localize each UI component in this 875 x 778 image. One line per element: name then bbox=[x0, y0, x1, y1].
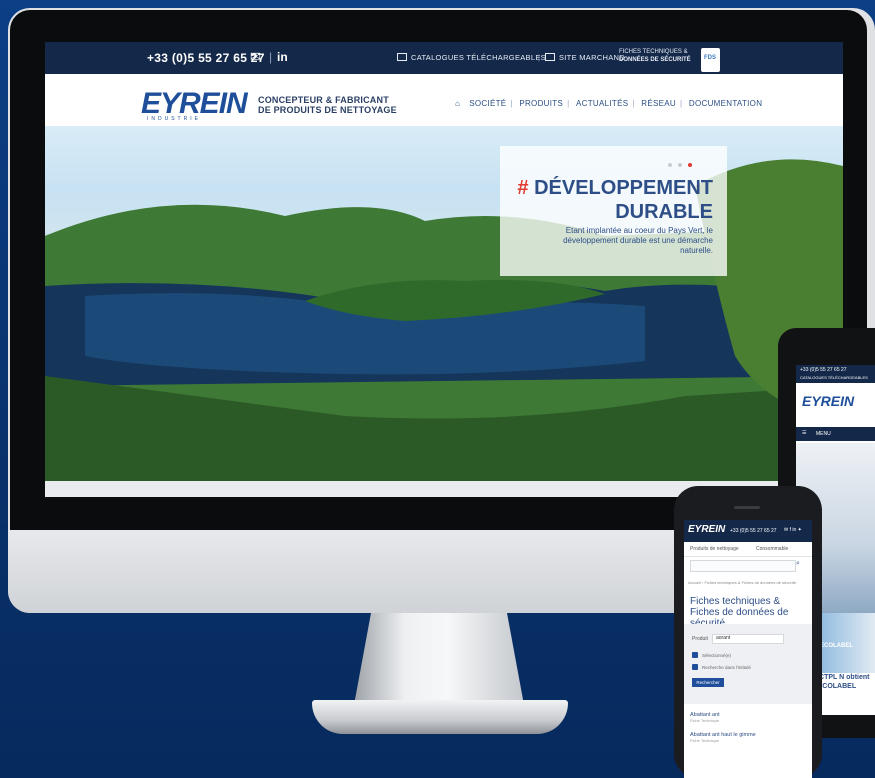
checkbox-1-label: Sélectionné(e) bbox=[702, 653, 732, 658]
hamburger-icon[interactable]: ☰ bbox=[802, 430, 806, 436]
tablet-news-caption[interactable]: ACTPL N obtient l'ECOLABEL bbox=[814, 673, 875, 691]
phone-social-icons[interactable]: ✉ f in ✦ bbox=[784, 527, 802, 533]
tablet-menu-label: MENU bbox=[816, 431, 831, 437]
checkbox-1[interactable] bbox=[692, 652, 698, 658]
monitor-stand-neck bbox=[354, 613, 524, 705]
slide-hash: # bbox=[517, 177, 529, 199]
site-header: EYREIN INDUSTRIE CONCEPTEUR & FABRICANT … bbox=[45, 74, 843, 127]
fiches-link[interactable]: FICHES TECHNIQUES & DONNÉES DE SÉCURITÉ bbox=[619, 48, 691, 64]
result-2-meta: Fiche Technique bbox=[690, 738, 720, 743]
result-item-1[interactable]: Abattant ant Fiche Technique bbox=[690, 712, 720, 723]
search-button[interactable]: Rechercher bbox=[692, 678, 724, 687]
main-nav: ⌂ SOCIÉTÉ | PRODUITS | ACTUALITÉS | RÉSEAU |… bbox=[453, 99, 764, 108]
fiches-label-1: FICHES TECHNIQUES & bbox=[619, 49, 688, 55]
tablet-news-label: ECOLABEL bbox=[820, 643, 853, 649]
catalogues-label: CATALOGUES TÉLÉCHARGEABLES bbox=[411, 53, 546, 62]
tablet-topbar: +33 (0)5 55 27 65 27 CATALOGUES TÉLÉCHAR… bbox=[796, 365, 875, 383]
phone-tab-consommable[interactable]: Consommable bbox=[756, 546, 788, 552]
phone-logo[interactable]: EYREIN bbox=[688, 524, 725, 535]
tablet-phone[interactable]: +33 (0)5 55 27 65 27 bbox=[800, 367, 847, 373]
slider-dot-1[interactable] bbox=[668, 163, 672, 167]
phone-number[interactable]: +33 (0)5 55 27 65 27 bbox=[147, 51, 265, 65]
site-marchand-link[interactable]: SITE MARCHAND bbox=[545, 53, 625, 62]
result-item-2[interactable]: Abattant ant haut le gimme Fiche Techniq… bbox=[690, 732, 756, 743]
topbar-divider-2: | bbox=[538, 53, 541, 62]
phone-website: EYREIN +33 (0)5 55 27 65 27 ✉ f in ✦ Pro… bbox=[684, 520, 812, 778]
slider-dots bbox=[662, 154, 692, 172]
nav-produits[interactable]: PRODUITS bbox=[517, 99, 565, 108]
site-marchand-label: SITE MARCHAND bbox=[559, 53, 625, 62]
fds-document-icon[interactable]: FDS bbox=[701, 48, 720, 72]
slider-dot-2[interactable] bbox=[678, 163, 682, 167]
phone-product-field-value: aorant bbox=[716, 635, 731, 641]
tablet-logo[interactable]: EYREIN bbox=[802, 393, 854, 409]
home-icon[interactable]: ⌂ bbox=[453, 99, 462, 108]
desktop-website: +33 (0)5 55 27 65 27 ✉ | in CATALOGUES T… bbox=[45, 42, 843, 497]
phone-breadcrumb: Accueil › Fiches techniques & Fiches de … bbox=[688, 580, 797, 585]
catalogues-link[interactable]: CATALOGUES TÉLÉCHARGEABLES bbox=[397, 53, 546, 62]
checkbox-2-label: Recherche dans l'intitulé bbox=[702, 665, 751, 670]
phone-topbar: EYREIN +33 (0)5 55 27 65 27 ✉ f in ✦ bbox=[684, 520, 812, 542]
result-1-meta: Fiche Technique bbox=[690, 718, 720, 723]
phone-product-field[interactable]: aorant bbox=[712, 634, 784, 644]
fiches-label-2: DONNÉES DE SÉCURITÉ bbox=[619, 57, 691, 63]
tagline-line-1: CONCEPTEUR & FABRICANT bbox=[258, 95, 389, 105]
checkbox-2[interactable] bbox=[692, 664, 698, 670]
catalogue-icon bbox=[397, 53, 407, 61]
tagline-line-2: DE PRODUITS DE NETTOYAGE bbox=[258, 105, 397, 115]
phone-tab-produits[interactable]: Produits de nettoyage bbox=[690, 546, 739, 552]
tablet-catalogues[interactable]: CATALOGUES TÉLÉCHARGEABLES bbox=[800, 375, 868, 380]
nav-documentation[interactable]: DOCUMENTATION bbox=[687, 99, 764, 108]
slider-dot-3[interactable] bbox=[688, 163, 692, 167]
topbar: +33 (0)5 55 27 65 27 ✉ | in CATALOGUES T… bbox=[45, 42, 843, 74]
linkedin-icon[interactable]: in bbox=[277, 50, 288, 64]
monitor-stand-base bbox=[312, 700, 568, 734]
phone-field-label: Produit bbox=[692, 636, 708, 642]
topbar-divider: | bbox=[269, 50, 273, 64]
slide-title: # DÉVELOPPEMENT DURABLE bbox=[513, 176, 713, 224]
phone-search-input[interactable] bbox=[690, 560, 796, 572]
nav-actualites[interactable]: ACTUALITÉS bbox=[574, 99, 630, 108]
nav-societe[interactable]: SOCIÉTÉ bbox=[467, 99, 508, 108]
tablet-menu-bar[interactable]: ☰ MENU bbox=[796, 427, 875, 441]
slide-title-line-2: DURABLE bbox=[615, 201, 713, 223]
phone-number-mobile[interactable]: +33 (0)5 55 27 65 27 bbox=[730, 528, 777, 534]
nav-reseau[interactable]: RÉSEAU bbox=[639, 99, 678, 108]
slide-title-line-1: DÉVELOPPEMENT bbox=[534, 177, 713, 199]
tagline: CONCEPTEUR & FABRICANT DE PRODUITS DE NE… bbox=[258, 95, 397, 115]
phone-tabs: Produits de nettoyage Consommable bbox=[684, 542, 812, 557]
mail-icon[interactable]: ✉ bbox=[250, 49, 261, 65]
phone-speaker bbox=[734, 506, 760, 509]
monitor-icon bbox=[545, 53, 555, 61]
search-icon[interactable]: ⌕ bbox=[796, 560, 806, 570]
logo-subtitle: INDUSTRIE bbox=[147, 116, 201, 122]
slide-description: Etant implantée au coeur du Pays Vert, l… bbox=[563, 226, 713, 255]
